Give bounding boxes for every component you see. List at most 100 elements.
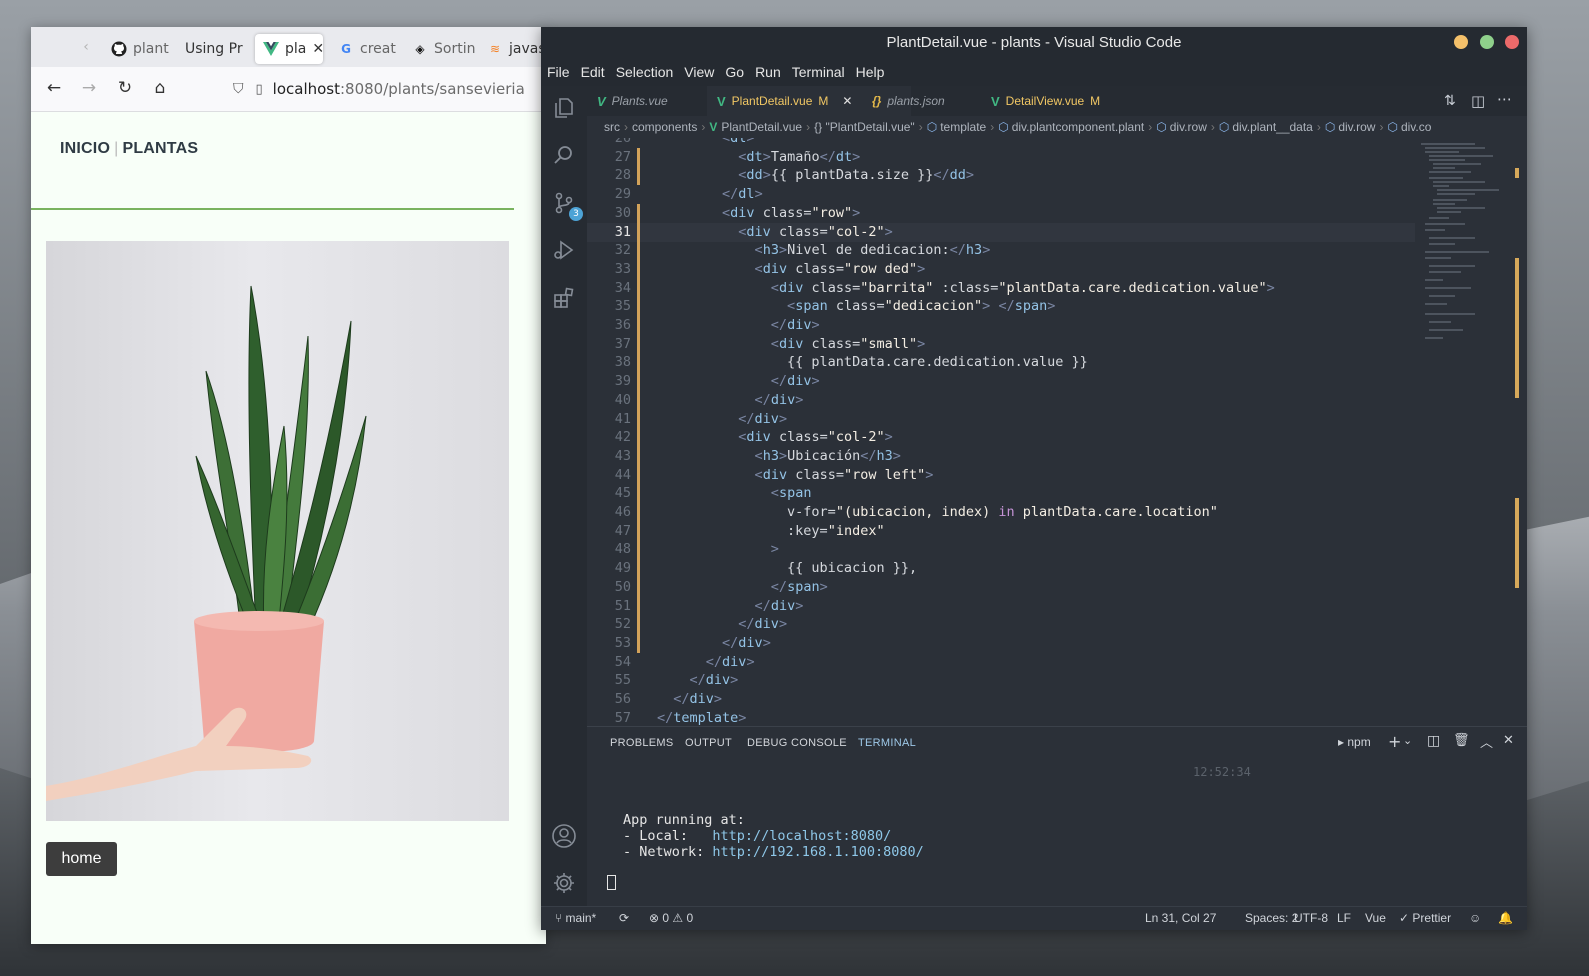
breadcrumb-item[interactable]: components: [632, 120, 697, 134]
feedback-icon[interactable]: ☺: [1469, 911, 1481, 925]
browser-tab-active[interactable]: pla ✕: [255, 34, 323, 64]
menu-edit[interactable]: Edit: [576, 64, 610, 80]
breadcrumb-item[interactable]: {} "PlantDetail.vue": [814, 120, 915, 134]
code-line[interactable]: 57 </template>: [587, 709, 1415, 726]
panel-tab-debug-console[interactable]: DEBUG CONSOLE: [747, 737, 847, 749]
code-line[interactable]: 47 :key="index": [587, 521, 1415, 541]
code-line[interactable]: 41 </div>: [587, 409, 1415, 429]
compare-changes-icon[interactable]: ⇅: [1444, 93, 1456, 109]
breadcrumb-item[interactable]: div.plantcomponent.plant: [1012, 120, 1145, 134]
more-actions-icon[interactable]: ⋯: [1497, 90, 1512, 108]
extensions-icon[interactable]: [550, 284, 578, 312]
code-line[interactable]: 37 <div class="small">: [587, 334, 1415, 354]
breadcrumb-item[interactable]: template: [940, 120, 986, 134]
menu-go[interactable]: Go: [720, 64, 749, 80]
menu-run[interactable]: Run: [750, 64, 786, 80]
close-window-icon[interactable]: [1505, 35, 1519, 49]
code-line[interactable]: 30 <div class="row">: [587, 203, 1415, 223]
minimize-icon[interactable]: [1454, 35, 1468, 49]
run-debug-icon[interactable]: [550, 236, 578, 264]
code-line[interactable]: 48 >: [587, 540, 1415, 560]
close-panel-icon[interactable]: ✕: [1503, 733, 1514, 748]
breadcrumb-item[interactable]: div.row: [1170, 120, 1207, 134]
breadcrumb-item[interactable]: div.co: [1401, 120, 1431, 134]
panel-tab-terminal[interactable]: TERMINAL: [858, 737, 916, 749]
code-line[interactable]: 31 <div class="col-2">: [587, 222, 1415, 242]
code-line[interactable]: 33 <div class="row ded">: [587, 259, 1415, 279]
search-icon[interactable]: [550, 141, 578, 169]
menu-view[interactable]: View: [679, 64, 719, 80]
account-icon[interactable]: [550, 822, 578, 850]
code-line[interactable]: 43 <h3>Ubicación</h3>: [587, 446, 1415, 466]
browser-tab-google[interactable]: G creat: [338, 34, 404, 64]
minimap[interactable]: [1415, 138, 1513, 726]
chevron-down-icon[interactable]: ⌄: [1403, 734, 1412, 747]
code-line[interactable]: 56 </div>: [587, 690, 1415, 709]
code-line[interactable]: 46 v-for="(ubicacion, index) in plantDat…: [587, 503, 1415, 522]
code-line[interactable]: 28 <dd>{{ plantData.size }}</dd>: [587, 166, 1415, 186]
terminal-shell-selector[interactable]: ▸ npm: [1338, 735, 1371, 749]
code-editor[interactable]: 26 <dl> 27 <dt>Tamaño</dt> 28 <dd>{{ plant…: [587, 138, 1415, 726]
menu-file[interactable]: File: [542, 64, 575, 80]
language-mode[interactable]: Vue: [1365, 911, 1386, 925]
tab-scroll-left-icon[interactable]: ‹: [75, 36, 97, 58]
encoding[interactable]: UTF-8: [1294, 911, 1328, 925]
shield-icon[interactable]: ⛉: [233, 81, 244, 97]
terminal-network-url[interactable]: http://192.168.1.100:8080/: [712, 844, 923, 860]
home-button[interactable]: home: [46, 842, 117, 876]
close-tab-icon[interactable]: ✕: [312, 41, 323, 57]
reload-icon[interactable]: ↻: [114, 77, 136, 99]
breadcrumb-item[interactable]: div.plant__data: [1232, 120, 1313, 134]
code-line[interactable]: 38 {{ plantData.care.dedication.value }}: [587, 353, 1415, 373]
maximize-icon[interactable]: [1480, 35, 1494, 49]
editor-tab-plants-json[interactable]: {} plants.json: [872, 86, 945, 116]
breadcrumb-item[interactable]: div.row: [1338, 120, 1375, 134]
close-tab-icon[interactable]: ✕: [842, 94, 852, 108]
nav-link-plantas[interactable]: PLANTAS: [122, 140, 198, 157]
browser-tab-stackoverflow[interactable]: ≋ javas: [487, 34, 546, 64]
editor-tab-plants-vue[interactable]: V Plants.vue: [597, 86, 668, 116]
panel-tab-output[interactable]: OUTPUT: [685, 737, 732, 749]
panel-tab-problems[interactable]: PROBLEMS: [610, 737, 674, 749]
editor-scrollbar[interactable]: [1513, 138, 1527, 726]
prettier-status[interactable]: ✓ Prettier: [1399, 911, 1451, 925]
browser-tab-github[interactable]: plant: [111, 34, 177, 64]
code-line[interactable]: 52 </div>: [587, 615, 1415, 635]
code-line[interactable]: 36 </div>: [587, 316, 1415, 335]
split-editor-icon[interactable]: ◫: [1471, 92, 1485, 110]
trash-icon[interactable]: 🗑: [1453, 733, 1470, 748]
code-line[interactable]: 51 </div>: [587, 596, 1415, 616]
terminal-output[interactable]: App running at: - Local: http://localhos…: [623, 812, 924, 860]
code-line[interactable]: 34 <div class="barrita" :class="plantDat…: [587, 278, 1415, 298]
terminal-local-url[interactable]: http://localhost:8080/: [712, 828, 891, 844]
browser-tab-codepen[interactable]: ◈ Sortin: [412, 34, 482, 64]
explorer-icon[interactable]: [550, 94, 578, 122]
new-terminal-icon[interactable]: +: [1388, 732, 1401, 751]
code-line[interactable]: 35 <span class="dedicacion"> </span>: [587, 297, 1415, 317]
indentation[interactable]: Spaces: 2: [1245, 911, 1298, 925]
back-arrow-icon[interactable]: ←: [43, 77, 65, 99]
code-line[interactable]: 27 <dt>Tamaño</dt>: [587, 147, 1415, 167]
split-terminal-icon[interactable]: ◫: [1427, 733, 1440, 749]
address-bar[interactable]: ⛉ ▯ localhost:8080/plants/sansevieria: [233, 73, 546, 105]
browser-tab-using[interactable]: Using Pr: [185, 34, 245, 64]
menu-selection[interactable]: Selection: [611, 64, 679, 80]
code-line[interactable]: 50 </span>: [587, 577, 1415, 597]
code-line[interactable]: 39 </div>: [587, 372, 1415, 392]
code-line[interactable]: 53 </div>: [587, 633, 1415, 653]
breadcrumb-item[interactable]: src: [604, 120, 620, 134]
home-icon[interactable]: ⌂: [149, 77, 171, 99]
menu-help[interactable]: Help: [851, 64, 890, 80]
code-line[interactable]: 55 </div>: [587, 671, 1415, 690]
code-line[interactable]: 42 <div class="col-2">: [587, 428, 1415, 448]
code-line[interactable]: 45 <span: [587, 484, 1415, 504]
breadcrumb-item[interactable]: PlantDetail.vue: [721, 120, 802, 134]
maximize-panel-icon[interactable]: ︿: [1480, 732, 1493, 751]
code-line[interactable]: 26 <dl>: [587, 138, 1415, 148]
cursor-position[interactable]: Ln 31, Col 27: [1145, 911, 1216, 925]
notifications-bell-icon[interactable]: 🔔: [1498, 911, 1513, 925]
settings-gear-icon[interactable]: [550, 869, 578, 897]
code-line[interactable]: 29 </dl>: [587, 185, 1415, 204]
code-line[interactable]: 40 </div>: [587, 390, 1415, 410]
code-line[interactable]: 32 <h3>Nivel de dedicacion:</h3>: [587, 241, 1415, 261]
